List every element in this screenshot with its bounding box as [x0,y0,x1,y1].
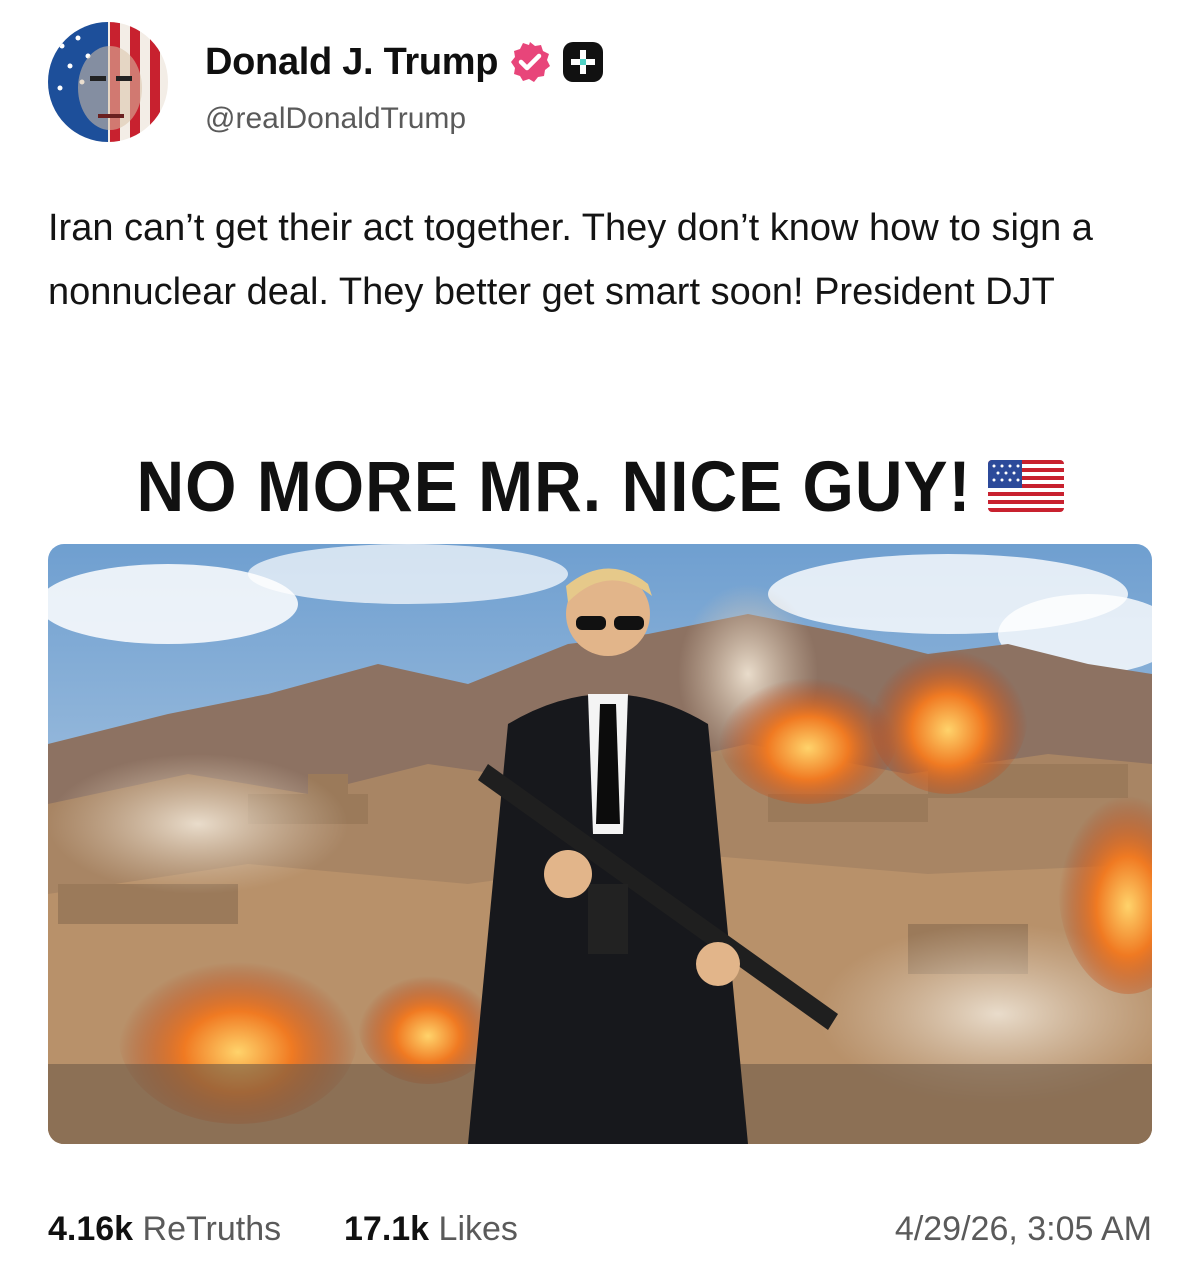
display-name[interactable]: Donald J. Trump [205,41,499,84]
post-timestamp[interactable]: 4/29/26, 3:05 AM [895,1210,1152,1249]
retruths-label: ReTruths [142,1210,282,1248]
avatar[interactable] [48,22,168,142]
user-handle[interactable]: @realDonaldTrump [205,102,466,136]
avatar-image [48,22,168,142]
likes-label: Likes [438,1210,518,1248]
verified-badge-icon [511,42,551,82]
image-headline: NO MORE MR. NICE GUY! [48,446,1152,526]
post-body-text: Iran can’t get their act together. They … [48,207,1093,313]
post-footer: 4.16k ReTruths 17.1k Likes 4/29/26, 3:05… [48,1210,1152,1254]
us-flag-icon [987,460,1064,512]
truth-plus-icon [563,42,604,82]
retruths-stat[interactable]: 4.16k ReTruths [48,1210,281,1249]
post-image-container[interactable] [48,544,1152,1144]
name-row: Donald J. Trump [205,40,604,84]
likes-count: 17.1k [344,1210,430,1248]
likes-stat[interactable]: 17.1k Likes [344,1210,518,1249]
post-image [48,544,1152,1144]
post-header: Donald J. Trump @realDonaldTrump [48,22,1152,147]
retruths-count: 4.16k [48,1210,134,1248]
headline-text: NO MORE MR. NICE GUY! [136,446,972,526]
